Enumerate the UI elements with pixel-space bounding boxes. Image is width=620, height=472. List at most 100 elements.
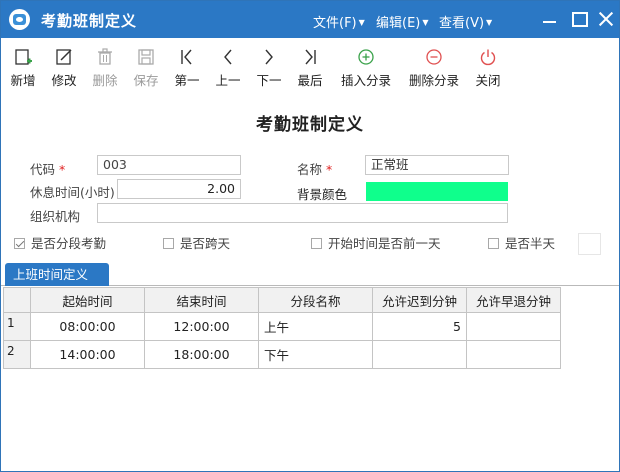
toolbar: 新增 修改 删除 保存 第一 上一 下一 最后 插入分录 删除分录 关闭 — [1, 39, 619, 91]
required-mark: * — [59, 162, 66, 177]
required-mark: * — [326, 162, 333, 177]
new-document-icon — [15, 49, 32, 65]
last-button-label: 最后 — [297, 73, 323, 88]
cell-early-minutes[interactable] — [466, 340, 561, 369]
segment-attendance-label: 是否分段考勤 — [31, 236, 107, 251]
insert-segment-button[interactable]: 插入分录 — [338, 47, 394, 89]
col-header-segment-name[interactable]: 分段名称 — [258, 287, 373, 313]
save-button[interactable]: 保存 — [131, 47, 161, 89]
grid-corner-cell[interactable] — [3, 287, 31, 313]
menu-edit-label: 编辑(E) — [376, 16, 421, 31]
blank-field — [578, 233, 601, 255]
code-input[interactable]: 003 — [97, 155, 241, 175]
start-prev-day-checkbox[interactable]: 开始时间是否前一天 — [311, 233, 441, 252]
menu-edit[interactable]: 编辑(E) ▼ — [376, 12, 429, 31]
half-day-label: 是否半天 — [505, 236, 556, 251]
cell-late-minutes[interactable]: 5 — [372, 312, 467, 341]
chevron-down-icon: ▼ — [358, 18, 365, 27]
cell-segment-name[interactable]: 下午 — [258, 340, 373, 369]
col-header-start[interactable]: 起始时间 — [30, 287, 145, 313]
col-header-end[interactable]: 结束时间 — [144, 287, 259, 313]
checkbox-icon — [488, 238, 499, 249]
cross-day-checkbox[interactable]: 是否跨天 — [163, 233, 230, 252]
menu-file[interactable]: 文件(F) ▼ — [313, 12, 365, 31]
next-button[interactable]: 下一 — [254, 47, 284, 89]
first-button[interactable]: 第一 — [172, 47, 202, 89]
prev-button[interactable]: 上一 — [213, 47, 243, 89]
form-title: 考勤班制定义 — [256, 115, 364, 135]
insert-segment-label: 插入分录 — [340, 73, 391, 88]
first-record-icon — [181, 49, 192, 65]
col-header-late-minutes[interactable]: 允许迟到分钟 — [372, 287, 467, 313]
chevron-down-icon: ▼ — [422, 18, 429, 27]
chevron-right-icon — [265, 49, 273, 65]
prev-button-label: 上一 — [215, 73, 241, 88]
minimize-button[interactable] — [541, 10, 559, 28]
checkbox-checked-icon — [14, 238, 25, 249]
new-button-label: 新增 — [10, 73, 36, 88]
table-row[interactable]: 1 08:00:00 12:00:00 上午 5 — [3, 312, 561, 341]
edit-pencil-icon — [56, 49, 72, 65]
checkbox-icon — [311, 238, 322, 249]
half-day-checkbox[interactable]: 是否半天 — [488, 233, 555, 252]
name-label-text: 名称 — [297, 162, 323, 177]
code-label-text: 代码 — [30, 162, 56, 177]
rest-hours-label: 休息时间(小时) — [30, 185, 115, 200]
name-input[interactable]: 正常班 — [365, 155, 509, 175]
row-number[interactable]: 1 — [3, 312, 31, 341]
power-icon — [480, 49, 496, 66]
checkbox-icon — [163, 238, 174, 249]
new-button[interactable]: 新增 — [8, 47, 38, 89]
table-row[interactable]: 2 14:00:00 18:00:00 下午 — [3, 340, 561, 369]
delete-segment-button[interactable]: 删除分录 — [406, 47, 462, 89]
bg-color-swatch[interactable] — [366, 182, 508, 201]
close-button[interactable]: 关闭 — [473, 47, 503, 89]
cell-early-minutes[interactable] — [466, 312, 561, 341]
close-button-label: 关闭 — [475, 73, 501, 88]
delete-button-label: 删除 — [92, 73, 118, 88]
app-logo-icon — [9, 9, 30, 30]
cell-start-time[interactable]: 14:00:00 — [30, 340, 145, 369]
segment-attendance-checkbox[interactable]: 是否分段考勤 — [14, 233, 106, 252]
cross-day-label: 是否跨天 — [180, 236, 231, 251]
menu-file-label: 文件(F) — [313, 16, 357, 31]
window-title: 考勤班制定义 — [41, 12, 138, 30]
delete-button[interactable]: 删除 — [90, 47, 120, 89]
cell-end-time[interactable]: 12:00:00 — [144, 312, 259, 341]
close-window-button[interactable] — [597, 10, 615, 28]
grid-header-row: 起始时间 结束时间 分段名称 允许迟到分钟 允许早退分钟 — [3, 287, 561, 313]
chevron-left-icon — [224, 49, 232, 65]
save-button-label: 保存 — [133, 73, 159, 88]
title-bar: 考勤班制定义 文件(F) ▼ 编辑(E) ▼ 查看(V) ▼ — [1, 1, 619, 38]
tab-work-time[interactable]: 上班时间定义 — [5, 263, 109, 286]
add-circle-icon — [358, 49, 374, 65]
delete-segment-label: 删除分录 — [408, 73, 459, 88]
start-prev-day-label: 开始时间是否前一天 — [328, 236, 441, 251]
tab-strip: 上班时间定义 — [1, 260, 619, 286]
cell-late-minutes[interactable] — [372, 340, 467, 369]
edit-button-label: 修改 — [51, 73, 77, 88]
next-button-label: 下一 — [256, 73, 282, 88]
edit-button[interactable]: 修改 — [49, 47, 79, 89]
cell-end-time[interactable]: 18:00:00 — [144, 340, 259, 369]
name-label: 名称 * — [297, 159, 332, 178]
chevron-down-icon: ▼ — [486, 18, 493, 27]
remove-circle-icon — [426, 49, 442, 65]
rest-hours-input[interactable]: 2.00 — [117, 179, 241, 199]
cell-segment-name[interactable]: 上午 — [258, 312, 373, 341]
bg-color-label: 背景颜色 — [297, 187, 348, 202]
menu-view-label: 查看(V) — [439, 16, 485, 31]
last-button[interactable]: 最后 — [295, 47, 325, 89]
org-label: 组织机构 — [30, 209, 81, 224]
last-record-icon — [305, 49, 316, 65]
app-window: 考勤班制定义 文件(F) ▼ 编辑(E) ▼ 查看(V) ▼ 新增 修改 删除 … — [0, 0, 620, 472]
menu-view[interactable]: 查看(V) ▼ — [439, 12, 492, 31]
maximize-button[interactable] — [570, 10, 588, 28]
first-button-label: 第一 — [174, 73, 200, 88]
cell-start-time[interactable]: 08:00:00 — [30, 312, 145, 341]
row-number[interactable]: 2 — [3, 340, 31, 369]
col-header-early-minutes[interactable]: 允许早退分钟 — [466, 287, 561, 313]
org-input[interactable] — [97, 203, 508, 223]
code-label: 代码 * — [30, 159, 65, 178]
trash-icon — [98, 48, 112, 65]
